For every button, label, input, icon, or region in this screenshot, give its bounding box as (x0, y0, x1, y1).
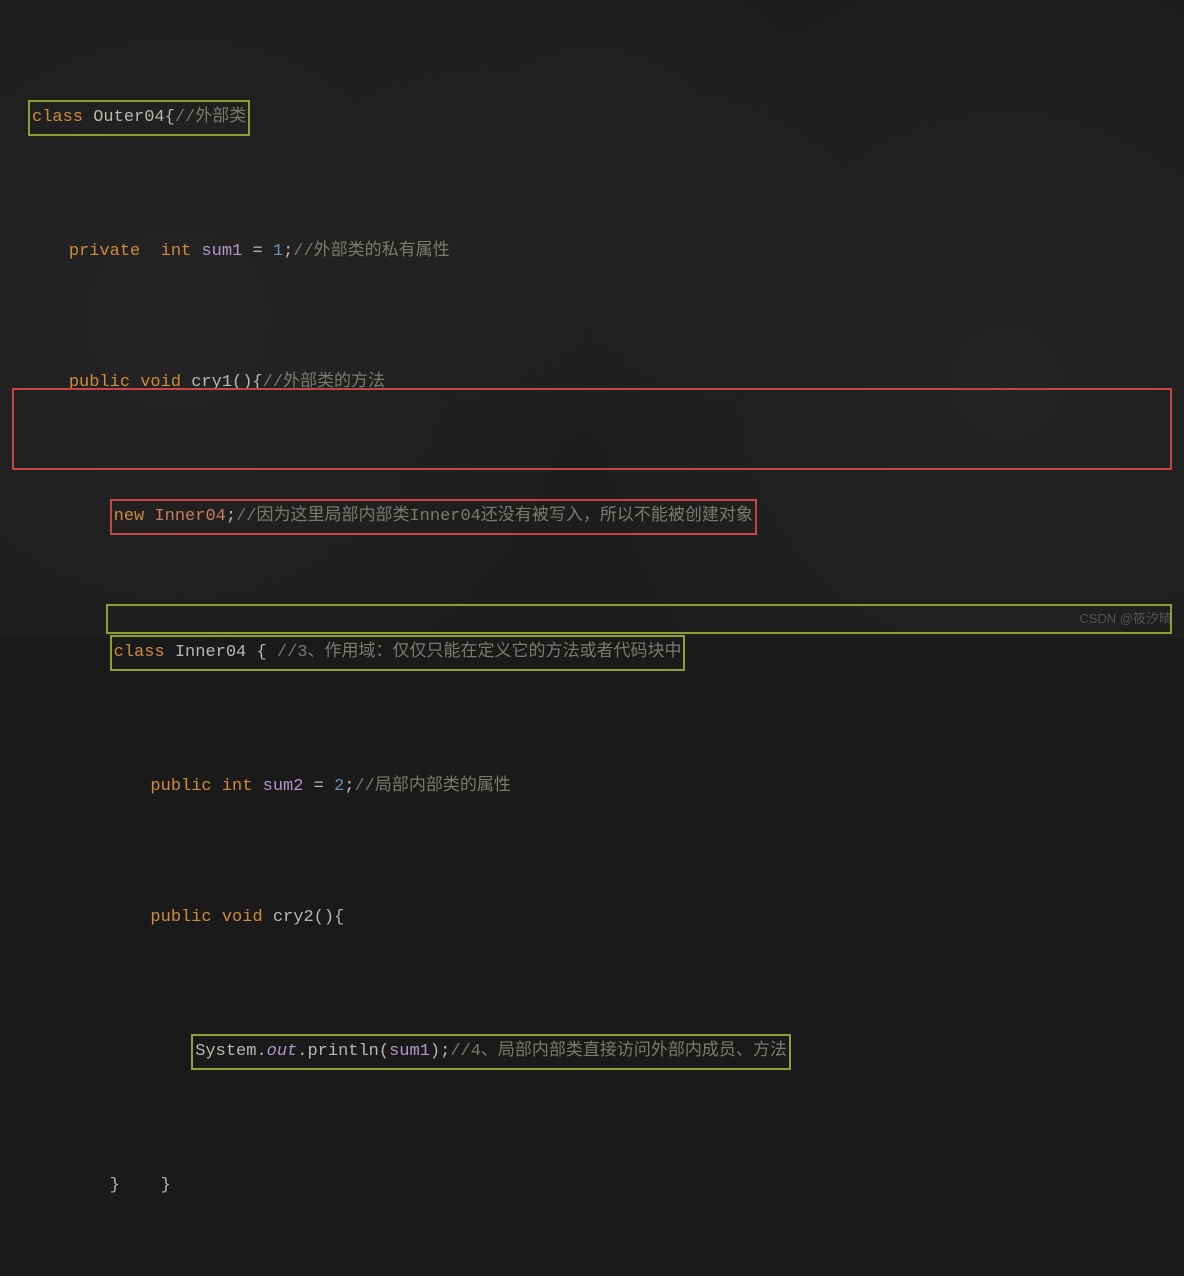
code-block: class Outer04{//外部类 private int sum1 = 1… (0, 0, 1184, 1276)
code-line-8: System.out.println(sum1);//4、局部内部类直接访问外部… (28, 1034, 1174, 1070)
green-box-bottom (106, 604, 1172, 634)
code-line-4: new Inner04;//因为这里局部内部类Inner04还没有被写入，所以不… (28, 499, 1174, 535)
red-box-multi (12, 388, 1172, 470)
code-line-2: private int sum1 = 1;//外部类的私有属性 (28, 236, 1174, 268)
code-line-7: public void cry2(){ (28, 902, 1174, 934)
code-line-1: class Outer04{//外部类 (28, 100, 1174, 136)
watermark: CSDN @筱汐晴 (1079, 607, 1172, 630)
code-line-5: class Inner04 { //3、作用域：仅仅只能在定义它的方法或者代码块… (28, 635, 1174, 671)
code-line-9: } } (28, 1170, 1174, 1202)
code-line-6: public int sum2 = 2;//局部内部类的属性 (28, 771, 1174, 803)
